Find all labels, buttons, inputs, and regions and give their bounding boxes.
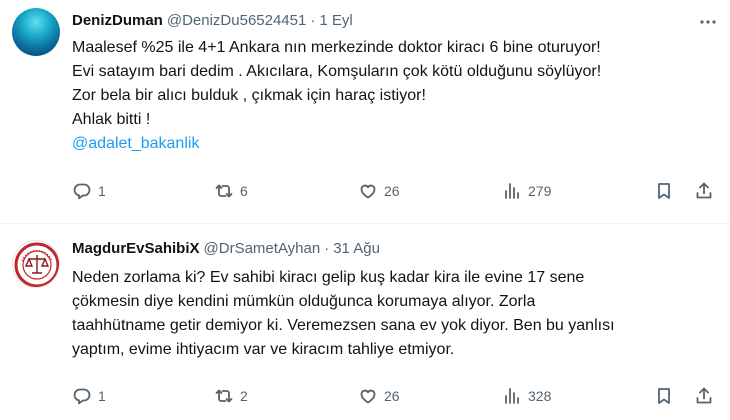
author-handle[interactable]: @DenizDu56524451	[167, 12, 307, 29]
reply-icon	[73, 388, 91, 405]
tweet-text: Neden zorlama ki? Ev sahibi kiracı gelip…	[72, 266, 712, 362]
like-button[interactable]: 26	[358, 181, 400, 201]
author-handle[interactable]: @DrSametAyhan	[204, 240, 321, 257]
tweet-actions: 1 2 26 328	[72, 386, 718, 410]
tweet-header: DenizDuman @DenizDu56524451 · 1 Eyl	[72, 12, 353, 29]
tweet-header: MagdurEvSahibiX @DrSametAyhan · 31 Ağu	[72, 240, 380, 257]
retweet-icon	[215, 184, 233, 198]
retweet-button[interactable]: 2	[214, 386, 248, 406]
views-button[interactable]: 279	[502, 181, 551, 201]
bookmark-icon	[658, 183, 670, 199]
seal-logo	[14, 242, 59, 287]
views-count: 279	[528, 183, 552, 199]
author-name[interactable]: DenizDuman	[72, 12, 163, 29]
tweet-date[interactable]: 31 Ağu	[333, 240, 380, 257]
reply-count: 1	[98, 388, 106, 404]
mention-link[interactable]: @adalet_bakanlik	[72, 132, 712, 156]
tweet-text-line: taahhütname getir demiyor ki. Veremezsen…	[72, 317, 615, 334]
tweet-denizduman[interactable]: DenizDuman @DenizDu56524451 · 1 Eyl Maal…	[0, 0, 730, 224]
like-count: 26	[384, 183, 400, 199]
retweet-icon	[215, 389, 233, 403]
more-icon[interactable]	[698, 12, 718, 32]
reply-count: 1	[98, 183, 106, 199]
like-count: 26	[384, 388, 400, 404]
tweet-text-line: yaptım, evime ihtiyacım var ve kiracım t…	[72, 341, 455, 358]
bookmark-icon	[658, 388, 670, 404]
views-button[interactable]: 328	[502, 386, 551, 406]
views-icon	[505, 388, 519, 404]
share-icon	[696, 387, 712, 404]
reply-button[interactable]: 1	[72, 181, 106, 201]
retweet-count: 6	[240, 183, 248, 199]
reply-icon	[73, 183, 91, 200]
like-icon	[360, 184, 376, 199]
tweet-text-line: Evi satayım bari dedim . Akıcılara, Komş…	[72, 63, 602, 80]
tweet-text-line: Zor bela bir alıcı bulduk , çıkmak için …	[72, 87, 426, 104]
tweet-text-line: Maalesef %25 ile 4+1 Ankara nın merkezin…	[72, 39, 601, 56]
retweet-button[interactable]: 6	[214, 181, 248, 201]
share-button[interactable]	[694, 181, 714, 201]
tweet-text: Maalesef %25 ile 4+1 Ankara nın merkezin…	[72, 36, 712, 156]
reply-button[interactable]: 1	[72, 386, 106, 406]
bookmark-button[interactable]	[654, 181, 674, 201]
author-name[interactable]: MagdurEvSahibiX	[72, 240, 200, 257]
separator-dot: ·	[324, 240, 330, 257]
avatar[interactable]	[12, 8, 60, 56]
bookmark-button[interactable]	[654, 386, 674, 406]
tweet-actions: 1 6 26 279	[72, 181, 718, 205]
tweet-magdurevsahibix[interactable]: MagdurEvSahibiX @DrSametAyhan · 31 Ağu N…	[0, 224, 730, 420]
retweet-count: 2	[240, 388, 248, 404]
avatar[interactable]	[12, 240, 60, 288]
like-button[interactable]: 26	[358, 386, 400, 406]
tweet-text-line: Neden zorlama ki? Ev sahibi kiracı gelip…	[72, 269, 585, 286]
tweet-text-line: Ahlak bitti !	[72, 111, 151, 128]
like-icon	[360, 389, 376, 404]
views-icon	[505, 183, 519, 199]
share-icon	[696, 182, 712, 199]
tweet-date[interactable]: 1 Eyl	[319, 12, 352, 29]
separator-dot: ·	[310, 12, 316, 29]
views-count: 328	[528, 388, 552, 404]
tweet-text-line: çökmesin diye kendini mümkün olduğunca k…	[72, 293, 536, 310]
share-button[interactable]	[694, 386, 714, 406]
